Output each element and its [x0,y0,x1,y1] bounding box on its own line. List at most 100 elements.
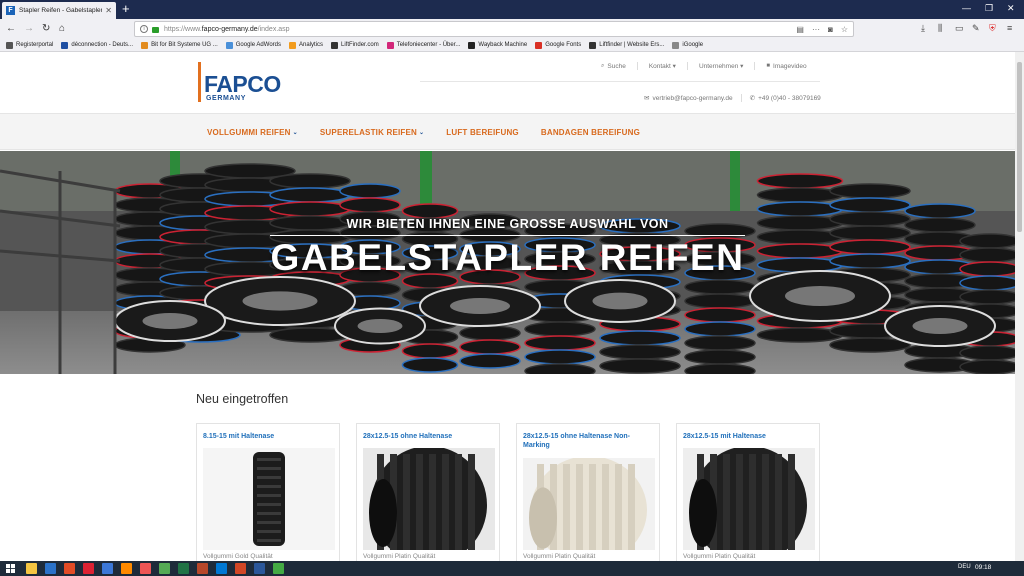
close-tab-icon[interactable]: ✕ [105,6,112,15]
hero-divider [270,235,745,236]
reader-view-icon[interactable]: ▤ [796,25,804,34]
product-title[interactable]: 28x12.5-15 mit Haltenase [683,432,815,441]
bookmark-item[interactable]: Google Fonts [535,41,581,49]
product-image[interactable] [203,448,335,550]
bookmark-item[interactable]: Liftfinder | Website Ers... [589,41,664,49]
taskbar-app-icon[interactable] [140,563,151,574]
url-text[interactable]: https://www.fapco-germany.de/index.asp [164,26,796,33]
bookmark-item[interactable]: Wayback Machine [468,41,527,49]
taskbar-app-icon[interactable] [254,563,265,574]
tab-title: Stapler Reifen - Gabelstapler - [19,7,103,14]
tire-shape [599,358,681,374]
maximize-icon[interactable]: ❐ [985,3,993,14]
close-window-icon[interactable]: ✕ [1007,3,1015,14]
phone-link[interactable]: ✆ +49 (0)40 - 38079169 [742,94,829,103]
taskbar-app-icon[interactable] [235,563,246,574]
taskbar-app-icon[interactable] [273,563,284,574]
product-card[interactable]: 28x12.5-15 ohne Haltenase Vollgummi Plati… [356,423,500,561]
bookmark-label: Analytics [299,42,324,48]
product-image[interactable] [363,448,495,550]
bookmark-item[interactable]: LiftFinder.com [331,41,379,49]
taskbar-app-icon[interactable] [216,563,227,574]
bookmark-label: Bit for Bit Systeme UG ... [151,42,218,48]
bookmark-item[interactable]: iGoogle [672,41,704,49]
product-title[interactable]: 28x12.5-15 ohne Haltenase [363,432,495,441]
navigation-toolbar: ← → ↻ ⌂ i https://www.fapco-germany.de/i… [0,19,1024,39]
taskbar-app-icon[interactable] [26,563,37,574]
page-actions-icon[interactable]: ··· [812,25,820,34]
tire-shape [829,337,911,353]
minimize-icon[interactable]: — [962,3,971,13]
main-nav-item[interactable]: LUFT BEREIFUNG [446,128,519,137]
clock[interactable]: 09:18 [975,564,991,571]
windows-start-icon[interactable] [6,564,15,573]
video-icon: ■ [766,63,771,69]
bookmark-star-icon[interactable]: ☆ [841,25,848,34]
top-menu-item[interactable]: ⌕ Suche [590,62,638,70]
tire-shape [684,307,756,323]
reload-icon[interactable]: ↻ [42,22,50,36]
tire-shape [524,363,596,374]
phone-icon: ✆ [749,95,756,102]
language-indicator[interactable]: DEU [958,564,971,570]
taskbar-app-icon[interactable] [102,563,113,574]
tire-shape [269,187,351,203]
site-info-icon[interactable]: i [140,25,148,33]
bookmark-item[interactable]: Bit for Bit Systeme UG ... [141,41,218,49]
scroll-thumb[interactable] [1017,62,1022,232]
downloads-icon[interactable]: ⤓ [921,23,925,34]
product-card[interactable]: 28x12.5-15 ohne Haltenase Non-Marking Vol… [516,423,660,561]
back-icon[interactable]: ← [6,22,16,36]
taskbar-app-icon[interactable] [178,563,189,574]
shield-icon[interactable]: ⛨ [989,23,996,34]
taskbar-app-icon[interactable] [45,563,56,574]
main-nav-item[interactable]: VOLLGUMMI REIFEN ⌄ [207,128,298,137]
product-subtitle: Vollgummi Platin Qualität [683,553,756,560]
main-nav-label: SUPERELASTIK REIFEN [319,128,418,137]
pocket-icon[interactable]: ◙ [828,25,833,34]
top-menu-item[interactable]: Kontakt ▾ [638,62,688,70]
phone-text: +49 (0)40 - 38079169 [758,94,821,102]
taskbar-app-icon[interactable] [197,563,208,574]
fapco-logo[interactable]: FAPCO GERMANY [198,62,288,104]
bookmark-item[interactable]: déconnection - Deuts... [61,41,133,49]
product-image[interactable] [523,458,655,550]
product-subtitle: Vollgummi Platin Qualität [363,553,436,560]
product-title[interactable]: 28x12.5-15 ohne Haltenase Non-Marking [523,432,655,450]
product-card[interactable]: 8.15-15 mit Haltenase Vollgummi Gold Qual… [196,423,340,561]
product-image[interactable] [683,448,815,550]
bookmark-item[interactable]: Registerportal [6,41,53,49]
taskbar-app-icon[interactable] [159,563,170,574]
tire-shape [401,357,459,373]
bookmark-item[interactable]: Telefoniecenter - Über... [386,41,460,49]
taskbar-app-icon[interactable] [64,563,75,574]
tire-shape [684,293,756,309]
tire-hole-shape [357,319,403,333]
extension-icon[interactable]: ✎ [972,23,980,34]
top-menu-item[interactable]: Unternehmen ▾ [688,62,756,70]
browser-tab[interactable]: F Stapler Reifen - Gabelstapler - ✕ [2,2,116,19]
forward-icon[interactable]: → [24,22,34,36]
page-scrollbar[interactable] [1015,52,1024,561]
product-title[interactable]: 8.15-15 mit Haltenase [203,432,335,441]
main-nav-item[interactable]: SUPERELASTIK REIFEN ⌄ [320,128,424,137]
bookmark-item[interactable]: Analytics [289,41,324,49]
url-bar[interactable]: i https://www.fapco-germany.de/index.asp… [134,21,854,37]
taskbar-app-icon[interactable] [121,563,132,574]
tire-shape [684,349,756,365]
taskbar-app-icon[interactable] [83,563,94,574]
main-nav-item[interactable]: BANDAGEN BEREIFUNG [541,128,640,137]
menu-icon[interactable]: ≡ [1007,23,1012,33]
product-card[interactable]: 28x12.5-15 mit Haltenase Vollgummi Platin… [676,423,820,561]
sidebar-icon[interactable]: ▭ [955,23,964,34]
email-link[interactable]: ✉ vertrieb@fapco-germany.de [636,94,742,102]
tire-shape [339,183,401,199]
tire-shape [269,173,351,189]
library-icon[interactable]: ⫼ [938,23,942,34]
tire-hole-shape [592,292,648,310]
bookmark-item[interactable]: Google AdWords [225,41,281,49]
home-icon[interactable]: ⌂ [59,22,65,36]
new-tab-icon[interactable]: + [122,1,130,17]
top-menu-item[interactable]: ■ Imagevideo [755,62,817,70]
bookmark-label: iGoogle [682,42,704,48]
